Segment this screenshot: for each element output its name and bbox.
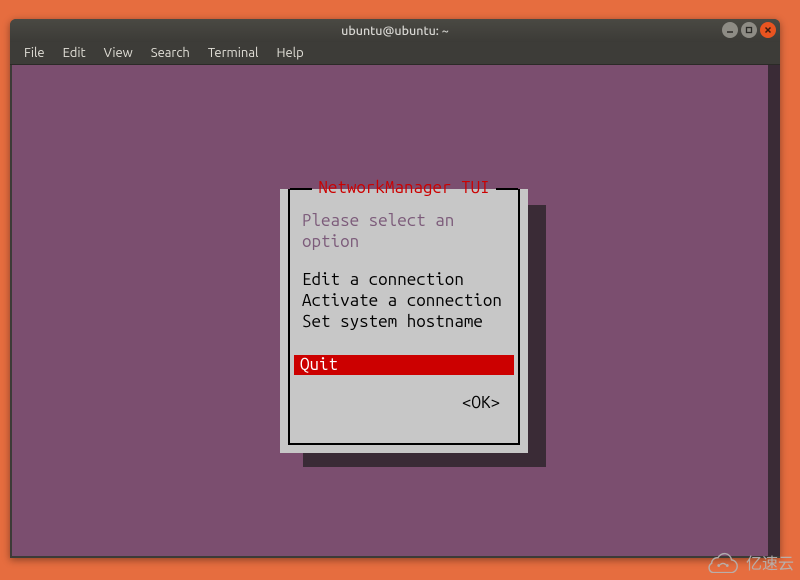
menu-view[interactable]: View bbox=[95, 44, 142, 62]
tui-options-list: Edit a connection Activate a connection … bbox=[290, 252, 518, 332]
menu-edit[interactable]: Edit bbox=[54, 44, 95, 62]
tui-option-set-hostname[interactable]: Set system hostname bbox=[302, 312, 506, 333]
close-button[interactable] bbox=[760, 22, 776, 38]
tui-dialog: NetworkManager TUI Please select an opti… bbox=[280, 189, 528, 453]
menubar: File Edit View Search Terminal Help bbox=[10, 42, 780, 65]
watermark-text: 亿速云 bbox=[746, 550, 794, 574]
maximize-button[interactable] bbox=[741, 22, 757, 38]
menu-search[interactable]: Search bbox=[142, 44, 199, 62]
menu-file[interactable]: File bbox=[15, 44, 54, 62]
tui-option-activate-connection[interactable]: Activate a connection bbox=[302, 291, 506, 312]
tui-title: NetworkManager TUI bbox=[312, 178, 495, 199]
terminal-window: ubuntu@ubuntu: ~ File Edit View Search T… bbox=[10, 19, 780, 558]
tui-title-row: NetworkManager TUI bbox=[290, 178, 518, 199]
titlebar: ubuntu@ubuntu: ~ bbox=[10, 19, 780, 42]
tui-border-line bbox=[290, 188, 312, 190]
tui-border-line bbox=[496, 188, 518, 190]
terminal-area[interactable]: NetworkManager TUI Please select an opti… bbox=[12, 65, 778, 556]
menu-terminal[interactable]: Terminal bbox=[199, 44, 268, 62]
tui-prompt: Please select an option bbox=[290, 199, 518, 252]
window-controls bbox=[722, 22, 776, 38]
tui-border: NetworkManager TUI Please select an opti… bbox=[288, 189, 520, 445]
cloud-icon bbox=[706, 551, 740, 573]
watermark: 亿速云 bbox=[706, 550, 794, 574]
tui-ok-button[interactable]: <OK> bbox=[290, 375, 518, 414]
window-title: ubuntu@ubuntu: ~ bbox=[341, 24, 449, 38]
minimize-button[interactable] bbox=[722, 22, 738, 38]
tui-option-edit-connection[interactable]: Edit a connection bbox=[302, 270, 506, 291]
scrollbar[interactable] bbox=[768, 65, 780, 556]
menu-help[interactable]: Help bbox=[267, 44, 312, 62]
close-icon bbox=[764, 26, 772, 34]
minimize-icon bbox=[726, 26, 734, 34]
maximize-icon bbox=[745, 26, 753, 34]
tui-option-quit[interactable]: Quit bbox=[294, 355, 514, 376]
